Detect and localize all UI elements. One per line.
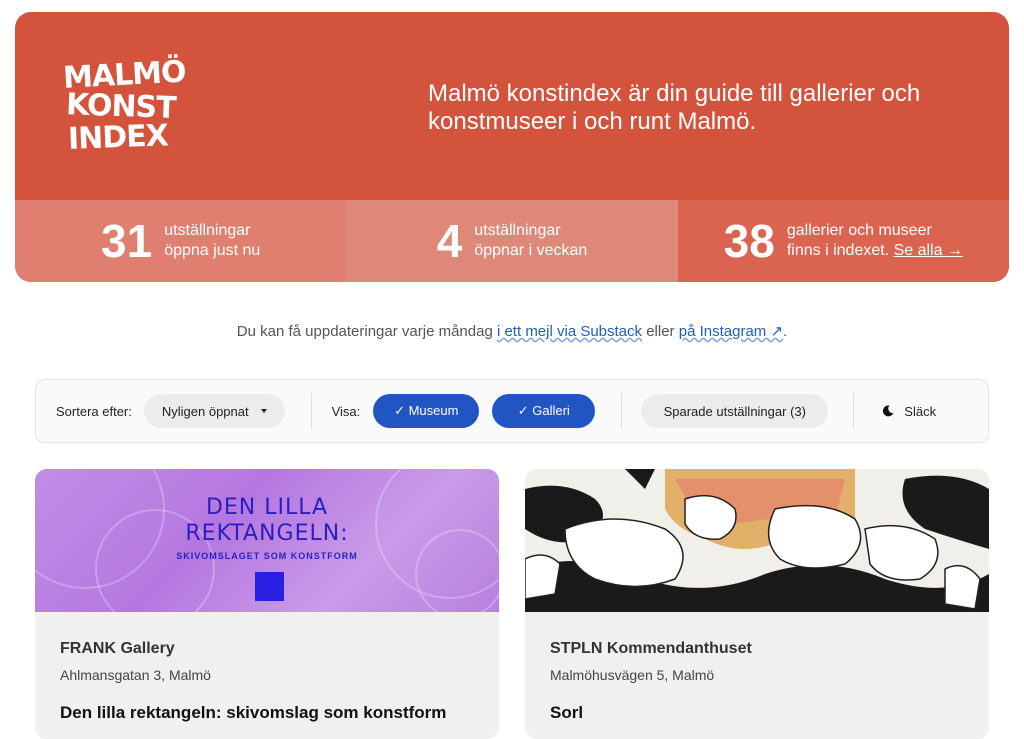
stat-line: öppnar i veckan: [474, 242, 588, 259]
venue-address: Malmöhusvägen 5, Malmö: [550, 667, 715, 683]
moon-icon: [883, 405, 894, 417]
stat-text: gallerier och museer finns i indexet. Se…: [787, 221, 963, 261]
substack-link[interactable]: i ett mejl via Substack: [497, 323, 642, 340]
exhibition-image: DEN LILLA REKTANGELN: SKIVOMSLAGET SOM K…: [35, 469, 499, 612]
dark-mode-label: Släck: [904, 403, 937, 419]
dark-mode-button[interactable]: Släck: [868, 394, 950, 428]
sort-label: Sortera efter:: [56, 403, 132, 419]
stat-opening-this-week: 4 utställningar öppnar i veckan: [346, 200, 678, 282]
sort-value: Nyligen öppnat: [161, 403, 249, 419]
stat-line: gallerier och museer: [786, 222, 932, 239]
image-title-line: DEN LILLA: [205, 495, 329, 520]
exhibition-card[interactable]: DEN LILLA REKTANGELN: SKIVOMSLAGET SOM K…: [35, 469, 499, 739]
stat-line: utställningar: [164, 222, 251, 239]
updates-suffix: .: [783, 323, 788, 340]
divider: [621, 393, 623, 429]
image-square: [255, 572, 284, 601]
stat-number: 38: [723, 215, 775, 267]
site-logo[interactable]: MALMÖ KONST INDEX: [62, 54, 186, 157]
caret-down-icon: [260, 409, 267, 413]
filter-gallery-toggle[interactable]: ✓ Galleri: [492, 394, 596, 428]
stat-text: utställningar öppna just nu: [164, 221, 260, 261]
divider: [310, 393, 312, 429]
stats-row: 31 utställningar öppna just nu 4 utställ…: [15, 200, 1009, 282]
updates-prefix: Du kan få uppdateringar varje måndag: [236, 323, 493, 340]
card-body: FRANK Gallery Ahlmansgatan 3, Malmö Den …: [35, 612, 499, 739]
stat-line: finns i indexet.: [786, 242, 890, 259]
updates-middle: eller: [646, 323, 675, 340]
stat-number: 31: [101, 215, 153, 267]
stat-venues: 38 gallerier och museer finns i indexet.…: [677, 200, 1009, 282]
updates-notice: Du kan få uppdateringar varje måndag i e…: [0, 322, 1024, 340]
card-body: STPLN Kommendanthuset Malmöhusvägen 5, M…: [525, 612, 989, 739]
venue-address: Ahlmansgatan 3, Malmö: [60, 667, 211, 683]
exhibition-card[interactable]: STPLN Kommendanthuset Malmöhusvägen 5, M…: [525, 469, 989, 739]
divider: [853, 393, 855, 429]
stat-line: öppna just nu: [164, 242, 261, 259]
logo-line: INDEX: [67, 118, 169, 157]
image-title-line: REKTANGELN:: [185, 521, 349, 546]
sort-dropdown[interactable]: Nyligen öppnat: [143, 394, 285, 428]
stat-open-now: 31 utställningar öppna just nu: [15, 200, 347, 282]
site-tagline: Malmö konstindex är din guide till galle…: [428, 80, 921, 135]
instagram-link[interactable]: på Instagram ↗: [679, 323, 783, 340]
exhibition-title[interactable]: Den lilla rektangeln: skivomslag som kon…: [60, 703, 474, 723]
stat-number: 4: [436, 215, 463, 267]
hero-banner: MALMÖ KONST INDEX Malmö konstindex är di…: [15, 12, 1009, 282]
stat-text: utställningar öppnar i veckan: [474, 221, 587, 261]
venue-name[interactable]: FRANK Gallery: [60, 640, 474, 658]
exhibition-image: [525, 469, 989, 612]
see-all-link[interactable]: Se alla →: [894, 242, 963, 259]
artwork-illustration: [525, 469, 989, 612]
filter-bar: Sortera efter: Nyligen öppnat Visa: ✓ Mu…: [35, 379, 989, 443]
venue-name[interactable]: STPLN Kommendanthuset: [550, 640, 964, 658]
image-subtitle: SKIVOMSLAGET SOM KONSTFORM: [176, 551, 358, 561]
show-label: Visa:: [331, 403, 361, 419]
filter-museum-toggle[interactable]: ✓ Museum: [373, 394, 480, 428]
exhibition-title[interactable]: Sorl: [550, 703, 964, 723]
stat-line: utställningar: [474, 222, 561, 239]
saved-exhibitions-button[interactable]: Sparade utställningar (3): [641, 394, 829, 428]
